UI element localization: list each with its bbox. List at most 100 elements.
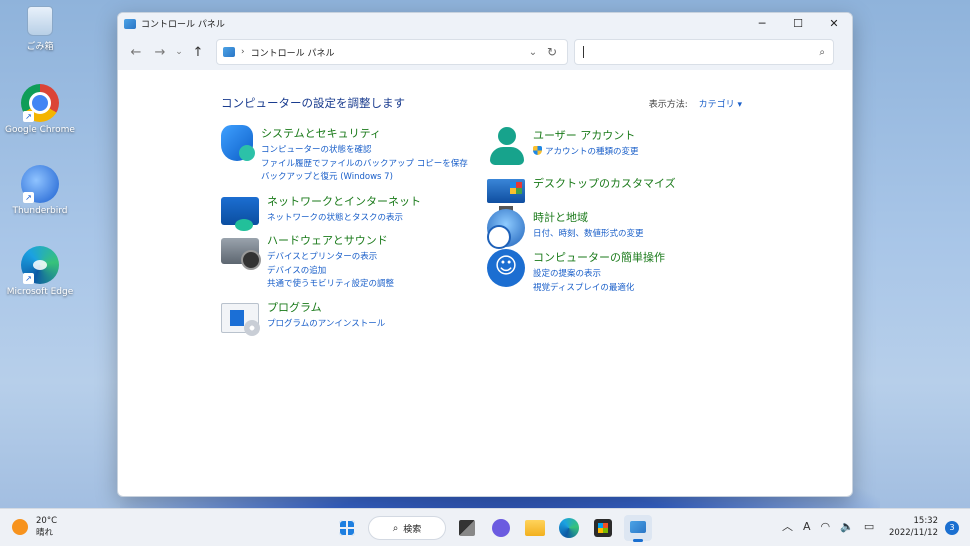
start-windows-icon[interactable] xyxy=(339,520,355,536)
uac-shield-icon xyxy=(533,146,542,155)
ime-indicator-icon[interactable]: A xyxy=(803,520,811,533)
control-panel-icon xyxy=(124,18,136,29)
page-title: コンピューターの設定を調整します xyxy=(221,96,405,110)
wifi-icon[interactable]: ◠ xyxy=(821,520,831,533)
category-link[interactable]: 日付、時刻、数値形式の変更 xyxy=(533,228,644,242)
category-link[interactable]: ファイル履歴でファイルのバックアップ コピーを保存 xyxy=(261,158,468,172)
category-link[interactable]: デバイスの追加 xyxy=(267,265,394,279)
printer-speaker-icon[interactable] xyxy=(221,238,261,270)
desktop-monitor-icon[interactable] xyxy=(487,179,525,211)
category-system-security: システムとセキュリティ コンピューターの状態を確認 ファイル履歴でファイルのバッ… xyxy=(221,125,468,185)
desktop-icon-edge[interactable]: ↗ Microsoft Edge xyxy=(0,246,80,297)
category-link[interactable]: アカウントの種類の変更 xyxy=(545,147,639,157)
view-by-dropdown[interactable]: カテゴリ ▾ xyxy=(699,100,742,110)
control-panel-icon xyxy=(223,47,235,57)
breadcrumb-separator[interactable]: › xyxy=(241,47,245,57)
category-link[interactable]: プログラムのアンインストール xyxy=(267,318,385,332)
view-by-label: 表示方法: xyxy=(648,100,688,110)
system-tray: ︿ A ◠ 🔈 ▭ xyxy=(782,518,884,534)
desktop-icon-recycle-bin[interactable]: ごみ箱 xyxy=(0,6,80,52)
refresh-icon[interactable]: ↻ xyxy=(543,45,561,59)
search-box[interactable]: ⌕ xyxy=(574,39,834,65)
edge-icon: ↗ xyxy=(21,246,59,284)
category-title[interactable]: ハードウェアとサウンド xyxy=(267,232,394,248)
forward-button[interactable]: → xyxy=(148,40,172,64)
search-input[interactable] xyxy=(583,46,820,58)
clock-globe-icon[interactable] xyxy=(487,209,525,249)
category-programs: プログラム プログラムのアンインストール xyxy=(221,299,385,336)
shortcut-arrow-icon: ↗ xyxy=(23,192,34,203)
clock-time: 15:32 xyxy=(913,516,939,526)
taskbar-clock[interactable]: 15:32 2022/11/12 xyxy=(888,515,938,539)
user-icon[interactable] xyxy=(487,127,525,165)
view-by: 表示方法: カテゴリ ▾ xyxy=(649,97,742,110)
chat-icon[interactable] xyxy=(492,519,510,537)
search-icon: ⌕ xyxy=(392,522,399,534)
taskbar-search-button[interactable]: ⌕ 検索 xyxy=(368,516,446,540)
edge-taskbar-icon[interactable] xyxy=(559,518,579,538)
category-title[interactable]: 時計と地域 xyxy=(533,209,644,225)
taskbar-search-label: 検索 xyxy=(403,524,422,535)
category-network-internet: ネットワークとインターネット ネットワークの状態とタスクの表示 xyxy=(221,193,421,231)
task-view-icon[interactable] xyxy=(459,520,475,536)
thunderbird-icon: ↗ xyxy=(21,165,59,203)
shield-icon[interactable] xyxy=(221,125,255,161)
maximize-button[interactable]: ☐ xyxy=(780,13,816,34)
desktop-icon-label: Thunderbird xyxy=(12,206,68,216)
category-ease-of-access: コンピューターの簡単操作 設定の提案の表示 視覚ディスプレイの最適化 xyxy=(487,249,665,295)
weather-widget[interactable]: 20°C 晴れ xyxy=(12,515,57,539)
search-icon[interactable]: ⌕ xyxy=(819,47,825,58)
address-toolbar: ← → ⌄ ↑ › コントロール パネル ⌄ ↻ ⌕ xyxy=(118,34,852,70)
taskbar-apps: ⌕ 検索 xyxy=(330,514,656,542)
category-clock-region: 時計と地域 日付、時刻、数値形式の変更 xyxy=(487,209,644,249)
up-button[interactable]: ↑ xyxy=(186,40,210,64)
weather-condition: 晴れ xyxy=(36,528,54,538)
category-link[interactable]: 共通で使うモビリティ設定の調整 xyxy=(267,278,394,292)
accessibility-icon[interactable] xyxy=(487,249,525,287)
category-link[interactable]: デバイスとプリンターの表示 xyxy=(267,251,394,265)
category-link[interactable]: コンピューターの状態を確認 xyxy=(261,144,468,158)
address-bar[interactable]: › コントロール パネル ⌄ ↻ xyxy=(216,39,568,65)
shortcut-arrow-icon: ↗ xyxy=(23,111,34,122)
control-panel-content: コンピューターの設定を調整します 表示方法: カテゴリ ▾ システムとセキュリテ… xyxy=(118,70,852,496)
desktop-icon-chrome[interactable]: ↗ Google Chrome xyxy=(0,84,80,135)
desktop-icon-label: Microsoft Edge xyxy=(6,287,74,297)
category-link[interactable]: 設定の提案の表示 xyxy=(533,268,665,282)
address-dropdown-icon[interactable]: ⌄ xyxy=(523,47,543,58)
network-globe-icon[interactable] xyxy=(221,197,259,231)
recent-locations-button[interactable]: ⌄ xyxy=(172,40,186,64)
category-title[interactable]: ネットワークとインターネット xyxy=(267,193,421,209)
breadcrumb-control-panel[interactable]: コントロール パネル xyxy=(251,46,523,59)
programs-icon[interactable] xyxy=(221,303,260,336)
tray-chevron-icon[interactable]: ︿ xyxy=(782,518,793,534)
volume-icon[interactable]: 🔈 xyxy=(840,520,854,533)
category-title[interactable]: デスクトップのカスタマイズ xyxy=(533,175,676,191)
minimize-button[interactable]: ─ xyxy=(744,13,780,34)
category-title[interactable]: コンピューターの簡単操作 xyxy=(533,249,665,265)
file-explorer-icon[interactable] xyxy=(525,520,545,536)
store-icon[interactable] xyxy=(594,519,612,537)
category-title[interactable]: ユーザー アカウント xyxy=(533,127,639,143)
taskbar: 20°C 晴れ ⌕ 検索 ︿ A ◠ 🔈 ▭ 15:32 2022/11/12 … xyxy=(0,508,970,546)
category-link[interactable]: バックアップと復元 (Windows 7) xyxy=(261,171,468,185)
chrome-icon: ↗ xyxy=(21,84,59,122)
notification-badge[interactable]: 3 xyxy=(945,521,959,535)
control-panel-window: コントロール パネル ─ ☐ ✕ ← → ⌄ ↑ › コントロール パネル ⌄ … xyxy=(117,12,853,497)
back-button[interactable]: ← xyxy=(124,40,148,64)
battery-icon[interactable]: ▭ xyxy=(864,520,874,533)
category-link[interactable]: 視覚ディスプレイの最適化 xyxy=(533,282,665,296)
window-title: コントロール パネル xyxy=(141,20,225,30)
title-bar[interactable]: コントロール パネル ─ ☐ ✕ xyxy=(118,13,852,34)
category-link-with-uac[interactable]: アカウントの種類の変更 xyxy=(533,146,639,160)
category-appearance: デスクトップのカスタマイズ xyxy=(487,175,676,211)
category-link[interactable]: ネットワークの状態とタスクの表示 xyxy=(267,212,421,226)
category-user-accounts: ユーザー アカウント アカウントの種類の変更 xyxy=(487,127,639,165)
shortcut-arrow-icon: ↗ xyxy=(23,273,34,284)
category-title[interactable]: プログラム xyxy=(267,299,385,315)
control-panel-taskbar-icon[interactable] xyxy=(624,515,652,542)
category-hardware-sound: ハードウェアとサウンド デバイスとプリンターの表示 デバイスの追加 共通で使うモ… xyxy=(221,232,394,292)
category-title[interactable]: システムとセキュリティ xyxy=(261,125,468,141)
weather-temperature: 20°C xyxy=(36,516,58,526)
desktop-icon-thunderbird[interactable]: ↗ Thunderbird xyxy=(0,165,80,216)
close-button[interactable]: ✕ xyxy=(816,13,852,34)
